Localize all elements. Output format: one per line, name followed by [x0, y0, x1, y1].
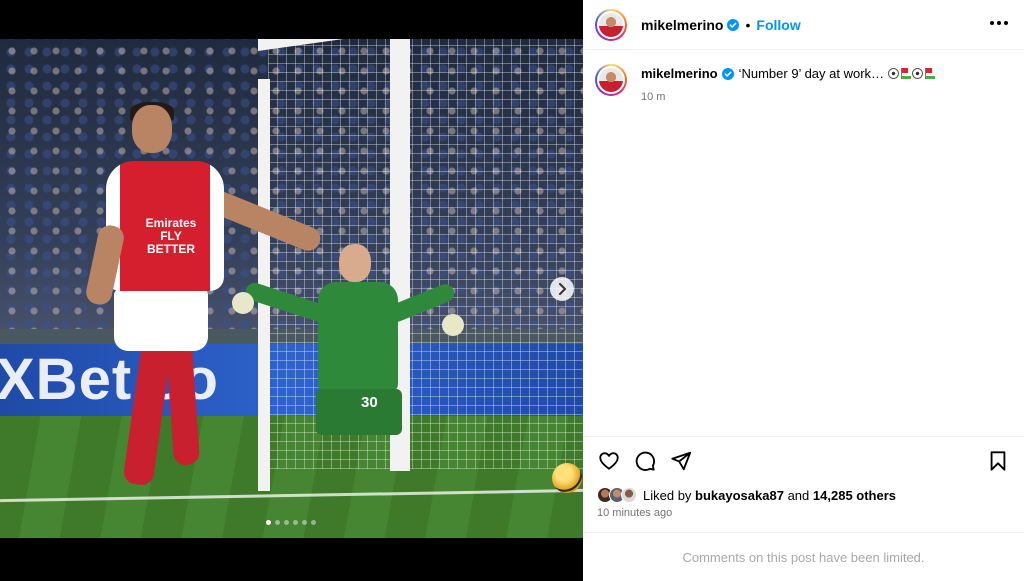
post-media: XBet.co 30 Emirates FLY BETTER — [0, 0, 583, 581]
heart-icon — [599, 452, 619, 470]
keeper-number: 30 — [361, 394, 378, 411]
flag-in-hole-icon — [924, 68, 933, 79]
share-icon — [671, 451, 692, 471]
carousel-dot — [275, 520, 280, 525]
carousel-dot — [266, 520, 271, 525]
player-leg-right — [165, 344, 201, 466]
carousel-dot — [284, 520, 289, 525]
follow-button[interactable]: Follow — [756, 17, 800, 33]
chevron-right-icon — [559, 283, 566, 295]
carousel-dot — [311, 520, 316, 525]
verified-badge-icon — [721, 67, 734, 80]
keeper-head — [339, 244, 371, 282]
post-photo[interactable]: XBet.co 30 Emirates FLY BETTER — [0, 39, 583, 538]
avatar[interactable] — [595, 8, 627, 41]
soccer-ball-icon — [912, 68, 924, 79]
player-celebrating: Emirates FLY BETTER — [83, 102, 332, 495]
keeper-glove-right — [442, 314, 464, 336]
caption-avatar[interactable] — [595, 64, 627, 96]
post-header: mikelmerino • Follow — [583, 0, 1024, 50]
soccer-ball-icon — [888, 68, 900, 79]
caption: mikelmerino ‘Number 9’ day at work… 10 m — [583, 50, 1024, 103]
liked-by-prefix: Liked by — [643, 487, 692, 503]
like-button[interactable] — [597, 449, 621, 473]
avatar — [621, 487, 637, 503]
football — [552, 463, 582, 493]
liked-by-and: and — [787, 487, 810, 503]
action-icons — [597, 449, 1010, 473]
comments-limited-notice: Comments on this post have been limited. — [583, 532, 1024, 581]
caption-line: mikelmerino ‘Number 9’ day at work… — [641, 66, 936, 81]
comment-button[interactable] — [633, 449, 657, 473]
caption-username[interactable]: mikelmerino — [641, 66, 718, 81]
likes-summary: Liked by bukayosaka87 and 14,285 others — [597, 487, 1010, 503]
shirt-sponsor: Emirates FLY BETTER — [145, 216, 197, 256]
comment-icon — [635, 451, 655, 471]
player-leg-left — [122, 343, 172, 487]
action-bar: Liked by bukayosaka87 and 14,285 others … — [583, 436, 1024, 519]
liked-by-avatars[interactable] — [597, 487, 637, 503]
post-timestamp[interactable]: 10 minutes ago — [597, 507, 1010, 519]
share-button[interactable] — [669, 449, 693, 473]
player-shorts — [114, 289, 208, 351]
player-head — [132, 105, 172, 153]
caption-text: ‘Number 9’ day at work… — [738, 66, 885, 81]
liked-by-user-link[interactable]: bukayosaka87 — [695, 488, 784, 503]
carousel-dot — [302, 520, 307, 525]
save-button[interactable] — [986, 449, 1010, 473]
carousel-dot — [293, 520, 298, 525]
bookmark-icon — [990, 451, 1006, 471]
next-photo-button[interactable] — [550, 277, 574, 301]
caption-body: mikelmerino ‘Number 9’ day at work… 10 m — [641, 66, 936, 103]
separator-dot: • — [745, 16, 751, 33]
caption-emoji — [888, 68, 936, 79]
flag-in-hole-icon — [900, 68, 909, 79]
caption-timestamp: 10 m — [641, 91, 666, 103]
verified-badge-icon — [727, 18, 740, 31]
likes-count-link[interactable]: 14,285 others — [813, 488, 896, 503]
username-link[interactable]: mikelmerino — [641, 17, 723, 33]
post-info-panel: mikelmerino • Follow mikelmerino ‘Number… — [583, 0, 1024, 581]
more-options-icon[interactable] — [988, 15, 1010, 31]
carousel-indicator — [266, 520, 316, 525]
